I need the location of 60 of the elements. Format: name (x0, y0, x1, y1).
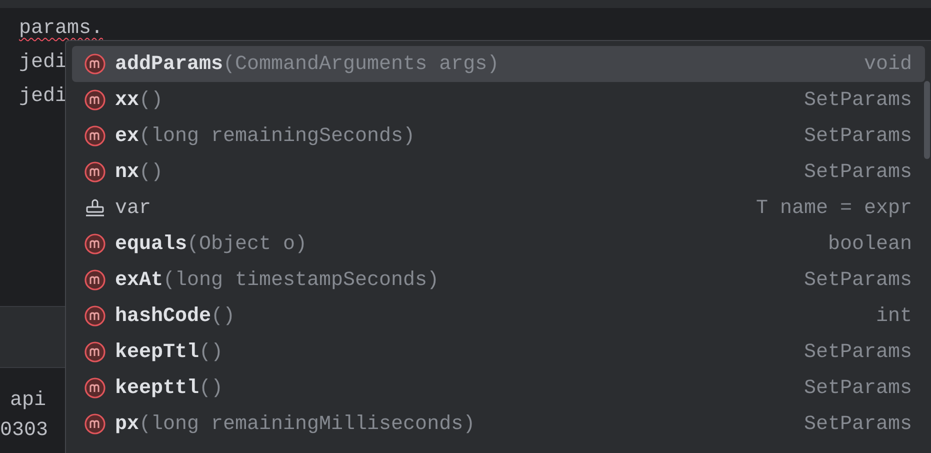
method-icon (84, 269, 106, 291)
completion-item[interactable]: exAt(long timestampSeconds) SetParams (72, 262, 925, 298)
item-signature: () (199, 340, 224, 364)
item-name: nx (115, 160, 140, 184)
completion-item[interactable]: keepttl() SetParams (72, 370, 925, 406)
code-line: api (10, 389, 46, 412)
method-icon (84, 233, 106, 255)
item-signature: () (199, 376, 224, 400)
item-type: int (876, 304, 912, 328)
item-name: equals (115, 232, 188, 256)
code-line: jedi (19, 51, 68, 74)
completion-item[interactable]: var T name = expr (72, 190, 925, 226)
completion-item[interactable]: keepTtl() SetParams (72, 334, 925, 370)
item-name: xx (115, 88, 140, 112)
item-type: SetParams (804, 268, 912, 292)
stamp-icon (84, 197, 106, 219)
item-name: ex (115, 124, 140, 148)
item-signature: () (139, 88, 164, 112)
completion-item[interactable]: equals(Object o) boolean (72, 226, 925, 262)
method-icon (84, 53, 106, 75)
item-type: SetParams (804, 412, 912, 436)
code-line: params. (19, 17, 104, 40)
item-name: keepttl (115, 376, 200, 400)
item-signature: (CommandArguments args) (223, 52, 500, 76)
item-signature: (long remainingSeconds) (139, 124, 416, 148)
method-icon (84, 413, 106, 435)
method-icon (84, 341, 106, 363)
scrollbar[interactable] (924, 81, 930, 159)
item-signature: () (139, 160, 164, 184)
completion-item[interactable]: xx() SetParams (72, 82, 925, 118)
item-signature: (long remainingMilliseconds) (139, 412, 476, 436)
method-icon (84, 161, 106, 183)
item-name: keepTtl (115, 340, 200, 364)
code-line: 0303 (0, 419, 48, 442)
method-icon (84, 377, 106, 399)
item-name: exAt (115, 268, 164, 292)
item-type: SetParams (804, 376, 912, 400)
item-type: T name = expr (756, 196, 912, 220)
completion-item[interactable]: hashCode() int (72, 298, 925, 334)
completion-item[interactable]: nx() SetParams (72, 154, 925, 190)
item-type: SetParams (804, 340, 912, 364)
item-type: SetParams (804, 88, 912, 112)
item-name: px (115, 412, 140, 436)
item-signature: (long timestampSeconds) (163, 268, 440, 292)
method-icon (84, 89, 106, 111)
item-type: SetParams (804, 124, 912, 148)
method-icon (84, 305, 106, 327)
item-name: var (115, 196, 152, 220)
item-name: hashCode (115, 304, 212, 328)
item-type: void (864, 52, 912, 76)
code-line: jedi (19, 85, 68, 108)
item-signature: () (211, 304, 236, 328)
completion-item[interactable]: ex(long remainingSeconds) SetParams (72, 118, 925, 154)
item-signature: (Object o) (187, 232, 308, 256)
item-type: SetParams (804, 160, 912, 184)
completion-item[interactable]: px(long remainingMilliseconds) SetParams (72, 406, 925, 442)
item-type: boolean (828, 232, 912, 256)
item-name: addParams (115, 52, 224, 76)
method-icon (84, 125, 106, 147)
completion-item[interactable]: addParams(CommandArguments args) void (72, 46, 925, 82)
